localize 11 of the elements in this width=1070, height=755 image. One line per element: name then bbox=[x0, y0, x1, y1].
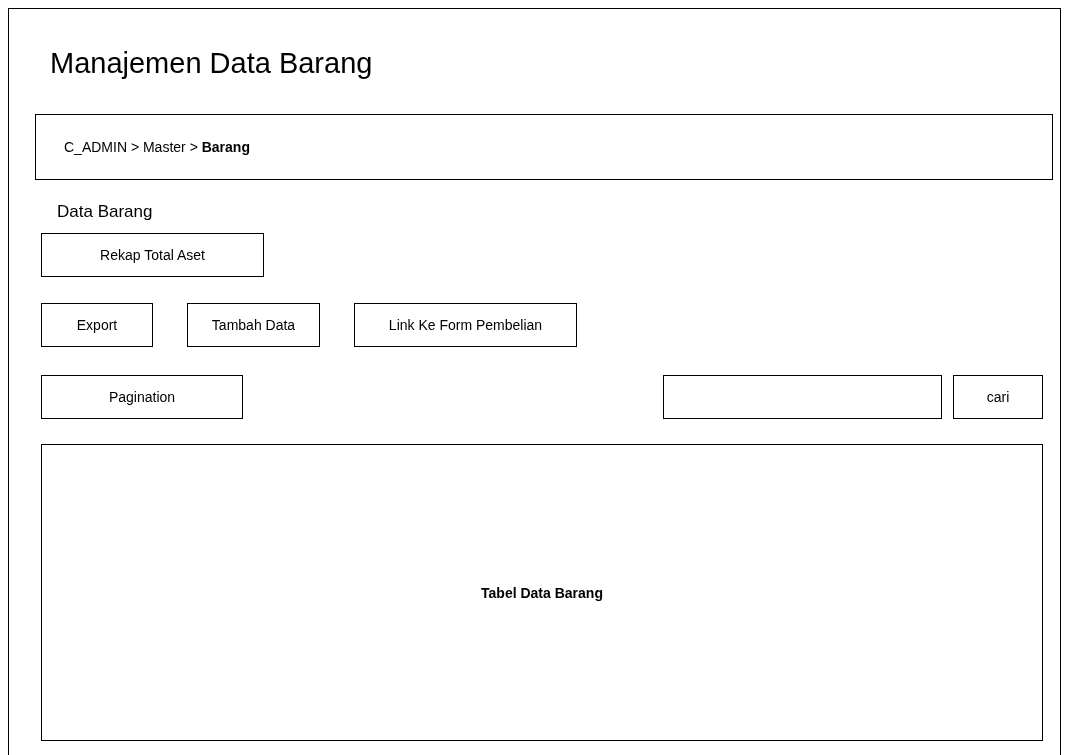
page-title: Manajemen Data Barang bbox=[50, 47, 373, 80]
breadcrumb: C_ADMIN > Master > Barang bbox=[64, 139, 250, 155]
table-label: Tabel Data Barang bbox=[481, 584, 603, 601]
pagination-button[interactable]: Pagination bbox=[41, 375, 243, 419]
search-field[interactable] bbox=[663, 375, 942, 419]
action-button[interactable]: Export bbox=[41, 303, 153, 347]
action-button[interactable]: Tambah Data bbox=[187, 303, 320, 347]
summary-button[interactable]: Rekap Total Aset bbox=[41, 233, 264, 277]
search-button[interactable]: cari bbox=[953, 375, 1043, 419]
section-title: Data Barang bbox=[57, 202, 153, 222]
action-button[interactable]: Link Ke Form Pembelian bbox=[354, 303, 577, 347]
